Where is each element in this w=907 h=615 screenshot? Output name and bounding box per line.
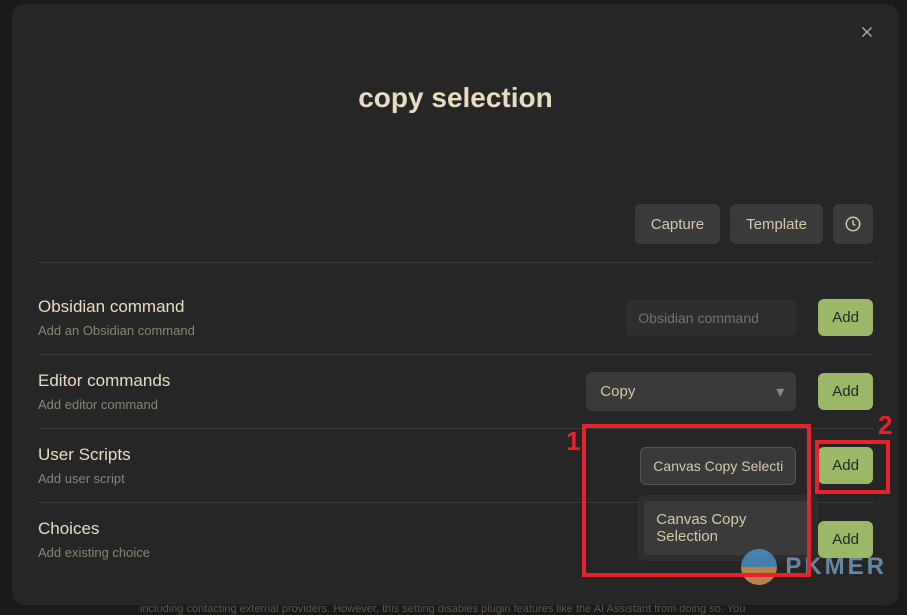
watermark-text: PKMER [785, 553, 887, 581]
editor-commands-row: Editor commands Add editor command Copy … [38, 355, 873, 429]
history-button[interactable] [833, 204, 873, 244]
annotation-label-2: 2 [878, 410, 892, 441]
setting-title: Obsidian command [38, 297, 626, 317]
setting-title: User Scripts [38, 445, 640, 465]
setting-info: Obsidian command Add an Obsidian command [38, 297, 626, 338]
setting-control: Canvas Copy Selection Add [640, 447, 873, 485]
setting-desc: Add editor command [38, 397, 586, 412]
user-scripts-row: User Scripts Add user script Canvas Copy… [38, 429, 873, 503]
add-user-script-button[interactable]: Add [818, 447, 873, 484]
setting-control: Add [626, 299, 873, 336]
add-obsidian-command-button[interactable]: Add [818, 299, 873, 336]
top-actions: Capture Template [38, 204, 873, 263]
obsidian-command-row: Obsidian command Add an Obsidian command… [38, 281, 873, 355]
capture-button[interactable]: Capture [635, 204, 720, 244]
setting-info: Editor commands Add editor command [38, 371, 586, 412]
close-icon [858, 23, 876, 41]
obsidian-command-input[interactable] [626, 300, 796, 336]
watermark-icon [741, 549, 777, 585]
annotation-label-1: 1 [566, 426, 580, 457]
setting-title: Editor commands [38, 371, 586, 391]
close-button[interactable] [853, 18, 881, 46]
setting-desc: Add user script [38, 471, 640, 486]
modal-title: copy selection [38, 82, 873, 114]
editor-command-select-wrap: Copy ▾ [586, 372, 796, 411]
setting-desc: Add an Obsidian command [38, 323, 626, 338]
add-editor-command-button[interactable]: Add [818, 373, 873, 410]
setting-info: User Scripts Add user script [38, 445, 640, 486]
user-script-input[interactable] [640, 447, 796, 485]
template-button[interactable]: Template [730, 204, 823, 244]
watermark: PKMER [741, 549, 887, 585]
dropdown-item-canvas-copy[interactable]: Canvas Copy Selection [644, 501, 812, 555]
setting-control: Copy ▾ Add [586, 372, 873, 411]
modal-dialog: copy selection Capture Template Obsidian… [12, 4, 899, 605]
clock-icon [844, 215, 862, 233]
editor-command-select[interactable]: Copy [586, 372, 796, 411]
